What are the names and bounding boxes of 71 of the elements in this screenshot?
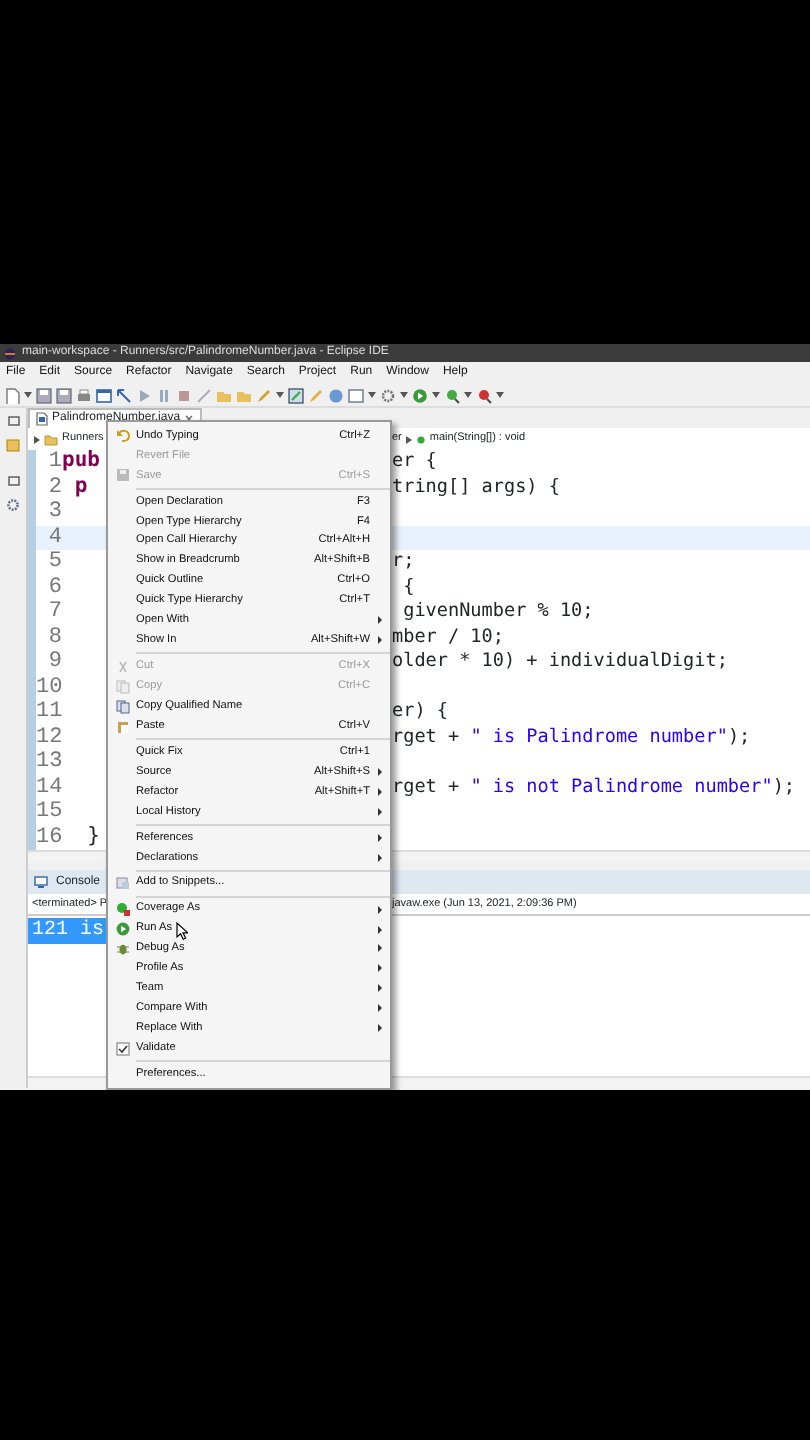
- caret-icon[interactable]: [464, 392, 472, 398]
- code-line: tring[] args) {: [392, 473, 560, 502]
- run-icon[interactable]: [412, 387, 428, 403]
- floppy-icon[interactable]: [36, 387, 52, 403]
- magnifier-icon[interactable]: [444, 387, 460, 403]
- coverage-icon: [115, 902, 129, 917]
- page-icon[interactable]: [4, 387, 20, 403]
- caret-icon[interactable]: [496, 392, 504, 398]
- code-line: givenNumber % 10;: [401, 598, 594, 627]
- code-line: rget + " is Palindrome number");: [392, 723, 751, 752]
- code-line: {: [401, 573, 415, 602]
- run-icon: [115, 922, 129, 937]
- line-number: 4: [46, 523, 62, 551]
- code-line: mber / 10;: [392, 623, 504, 651]
- clipboard-icon: [115, 719, 129, 734]
- line-number: 11: [36, 698, 62, 727]
- monitor-icon: [34, 876, 48, 888]
- code-line: rget + " is not Palindrome number");: [392, 773, 796, 802]
- line-number: 9: [46, 648, 62, 677]
- project-icon: [44, 433, 58, 445]
- line-number: 10: [36, 673, 62, 701]
- console-output: 121 is: [28, 918, 109, 944]
- floppy-icon[interactable]: [56, 387, 72, 403]
- caret-icon[interactable]: [276, 392, 284, 398]
- caret-icon[interactable]: [368, 392, 376, 398]
- highlighter-icon[interactable]: [288, 387, 304, 403]
- pointer-icon: [176, 921, 188, 940]
- line-number: 16: [36, 823, 62, 853]
- code-line: p: [72, 471, 88, 502]
- gear-icon[interactable]: [6, 498, 20, 512]
- line-number: 15: [36, 798, 62, 827]
- code-line: older * 10) + individualDigit;: [392, 648, 728, 677]
- line-number: 2: [46, 473, 62, 501]
- caret-icon[interactable]: [432, 392, 440, 398]
- scissors-icon: [115, 659, 129, 674]
- floppy-icon: [115, 468, 129, 483]
- restore-icon[interactable]: [7, 476, 19, 486]
- line-number: 13: [36, 748, 62, 777]
- caret-icon[interactable]: [400, 392, 408, 398]
- line-number: 12: [36, 723, 62, 751]
- chevron-icon[interactable]: [405, 435, 412, 443]
- stop-icon[interactable]: [176, 387, 192, 403]
- gear-icon[interactable]: [380, 387, 396, 403]
- line-number: 1: [46, 448, 62, 477]
- line-number: 5: [46, 548, 62, 577]
- package-icon[interactable]: [6, 438, 20, 452]
- method-icon: [415, 434, 426, 444]
- app-icon: [4, 347, 16, 359]
- window-icon[interactable]: [348, 387, 364, 403]
- code-line: er) {: [392, 698, 448, 727]
- snippet-icon: [115, 876, 129, 891]
- line-number: 3: [46, 498, 62, 527]
- play-icon[interactable]: [136, 387, 152, 403]
- undo-icon: [115, 428, 129, 443]
- bug-icon: [115, 941, 129, 956]
- window-icon[interactable]: [96, 387, 112, 403]
- printer-icon[interactable]: [76, 387, 92, 403]
- checkbox-icon: [115, 1041, 129, 1056]
- restore-icon[interactable]: [7, 416, 19, 426]
- line-number: 6: [46, 573, 62, 601]
- chevron-icon[interactable]: [34, 435, 40, 443]
- line-number: 8: [46, 623, 62, 651]
- pause-icon[interactable]: [156, 387, 172, 403]
- line-number: 7: [46, 598, 62, 627]
- caret-icon[interactable]: [24, 392, 32, 398]
- line-number: 14: [36, 773, 62, 801]
- magnifier-icon[interactable]: [476, 387, 492, 403]
- code-line: r;: [392, 548, 415, 577]
- code-line: }: [85, 821, 100, 852]
- code-line: pub: [62, 446, 100, 477]
- code-line: er {: [392, 448, 437, 477]
